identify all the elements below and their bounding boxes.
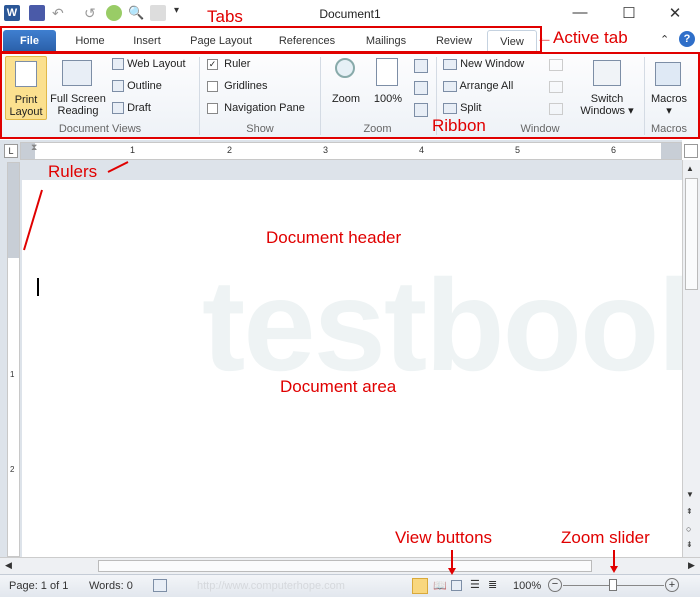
select-browse-object-icon[interactable]: ○: [686, 524, 691, 534]
scroll-down-icon[interactable]: ▼: [686, 490, 694, 499]
scroll-up-icon[interactable]: ▲: [686, 164, 694, 173]
annotation-document-area: Document area: [280, 377, 397, 396]
outline-view-button[interactable]: ☰: [470, 578, 480, 591]
previous-page-icon[interactable]: ⇞: [686, 507, 693, 516]
word-count[interactable]: Words: 0: [89, 580, 133, 592]
web-layout-view-button[interactable]: [451, 580, 462, 591]
ribbon-highlight-box: [0, 52, 700, 139]
ruler-tick-label: 3: [323, 145, 329, 155]
watermark-url: http://www.computerhope.com: [197, 580, 345, 592]
help-icon[interactable]: ?: [679, 31, 695, 47]
maximize-button[interactable]: ☐: [614, 4, 644, 24]
ruler-tick-label: 2: [227, 145, 233, 155]
draft-view-button[interactable]: ≣: [488, 578, 497, 591]
annotation-active-tab: ←Active tab: [536, 28, 628, 47]
view-ruler-button[interactable]: [684, 144, 698, 158]
document-title: Document1: [319, 7, 381, 21]
ruler-tick-label: 2: [10, 465, 15, 474]
ruler-tick-label: 6: [611, 145, 617, 155]
ruler-margin-right: [661, 143, 681, 159]
annotation-tabs: Tabs: [207, 7, 243, 26]
vertical-scrollbar[interactable]: ▲ ▼ ⇞ ○ ⇟: [682, 160, 700, 557]
page-count[interactable]: Page: 1 of 1: [9, 580, 68, 592]
annotation-zoom-slider: Zoom slider: [561, 528, 650, 547]
text-cursor: [37, 278, 39, 296]
zoom-slider-thumb[interactable]: [609, 579, 617, 591]
annotation-view-buttons: View buttons: [395, 528, 493, 547]
full-screen-reading-view-button[interactable]: 📖: [433, 579, 447, 592]
tabs-highlight-box: [0, 26, 542, 53]
print-layout-view-button[interactable]: [412, 578, 428, 594]
watermark: testbook: [202, 252, 700, 398]
scroll-right-icon[interactable]: ▶: [688, 560, 695, 571]
next-page-icon[interactable]: ⇟: [686, 540, 693, 549]
close-button[interactable]: ✕: [660, 4, 690, 24]
zoom-level[interactable]: 100%: [513, 580, 541, 592]
title-bar: W ↶ ↺ 🔍 ▾ Document1 — ☐ ✕: [0, 0, 700, 28]
proofing-icon[interactable]: [153, 579, 167, 592]
annotation-document-header: Document header: [266, 228, 402, 247]
annotation-arrows-rulers: [23, 161, 129, 251]
scroll-left-icon[interactable]: ◀: [5, 560, 12, 571]
collapse-ribbon-icon[interactable]: ⌃: [660, 33, 669, 46]
zoom-out-button[interactable]: −: [548, 578, 562, 592]
ruler-tick-label: 1: [10, 370, 15, 379]
minimize-button[interactable]: —: [565, 4, 595, 24]
annotation-ribbon: Ribbon: [432, 116, 486, 135]
ruler-tick-label: 5: [515, 145, 521, 155]
vertical-scroll-thumb[interactable]: [685, 178, 698, 290]
annotation-active-tab-label: Active tab: [553, 28, 628, 47]
ruler-tick-label: 4: [419, 145, 425, 155]
annotation-arrows-status: [448, 550, 618, 575]
zoom-in-button[interactable]: +: [665, 578, 679, 592]
